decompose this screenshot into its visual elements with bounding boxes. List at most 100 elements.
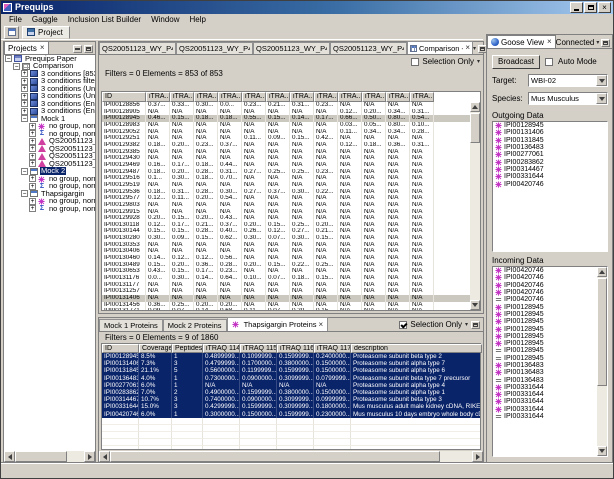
list-item[interactable]: IPI00131845	[493, 137, 607, 144]
tree-expander-icon[interactable]: +	[29, 205, 36, 213]
scroll-thumb[interactable]	[470, 113, 480, 143]
table-row[interactable]: IPI00129516 0.1... 0.30... 0.18... 0.70... N/…	[102, 175, 470, 182]
scroll-down-button[interactable]	[597, 446, 607, 456]
target-dropdown[interactable]: WBI-02	[528, 74, 608, 87]
column-header[interactable]: iTRA...	[218, 92, 242, 102]
column-header[interactable]: iTRAQ 115...	[240, 344, 277, 353]
tree-expander-icon[interactable]: +	[21, 85, 28, 93]
broadcast-button[interactable]: Broadcast	[492, 54, 541, 69]
tree-expander-icon[interactable]: +	[29, 137, 36, 145]
table-row[interactable]: IPI00130353 N/A N/A N/A N/A N/A N/A N/A N/A N/A N/…	[102, 241, 470, 249]
list-item[interactable]: IPI00314467	[493, 166, 607, 173]
tree-expander-icon[interactable]: +	[29, 197, 36, 205]
menu-item-window[interactable]: Window	[146, 14, 184, 25]
table-row[interactable]: IPI00131456 0.36... 0.25... 0.20... 0.20... N…	[102, 301, 470, 309]
maximize-button[interactable]	[584, 2, 597, 13]
incoming-data-list[interactable]: IPI00420746 IPI00420746 IPI00420746 IPI0042…	[492, 266, 608, 457]
column-header[interactable]: iTRA...	[410, 92, 434, 102]
scroll-thumb[interactable]	[15, 451, 67, 462]
view-menu-icon[interactable]: ▾	[465, 322, 468, 328]
view-menu-icon[interactable]: ▾	[477, 59, 480, 65]
close-icon[interactable]: ×	[546, 38, 552, 46]
menu-item-help[interactable]: Help	[185, 14, 211, 25]
minimize-button[interactable]	[570, 2, 583, 13]
selection-only-checkbox[interactable]	[411, 57, 420, 66]
column-header[interactable]: iTRA...	[314, 92, 338, 102]
maximize-view-button[interactable]	[601, 38, 611, 47]
list-item[interactable]: IPI00128945	[493, 355, 597, 362]
tree-expander-icon[interactable]: −	[21, 167, 28, 175]
auto-mode-checkbox[interactable]	[545, 57, 554, 66]
editor-tab[interactable]: QS20051123_WY_P4b-m1...	[176, 42, 253, 54]
table-row[interactable]: IPI00129469 0.16... 0.17... 0.18... 0.44... N…	[102, 161, 470, 169]
table-row[interactable]: IPI00129536 0.18... 0.31... 0.28... 0.30... 0…	[102, 188, 470, 196]
list-item[interactable]: IPI00128945	[493, 347, 597, 354]
tree-expander-icon[interactable]: +	[21, 100, 28, 108]
incoming-vertical-scrollbar[interactable]	[597, 267, 607, 456]
proteins-horizontal-scrollbar[interactable]	[99, 451, 483, 462]
selection-only-checkbox[interactable]	[399, 320, 408, 329]
table-row[interactable]: IPI00131406 7.3% 3 0.4799999... 0.1700000...…	[102, 360, 480, 368]
table-row[interactable]: IPI00131257 N/A N/A N/A N/A N/A N/A N/A N/A N/A N/…	[102, 288, 470, 296]
list-item[interactable]: IPI00331644	[493, 391, 597, 398]
column-header[interactable]: iTRA...	[362, 92, 386, 102]
scroll-up-button[interactable]	[470, 102, 480, 112]
list-item[interactable]: IPI00420746	[493, 180, 607, 188]
close-button[interactable]: ×	[598, 2, 611, 13]
tab-thapsigargin-proteins[interactable]: Thapsigargin Proteins ×	[226, 317, 329, 331]
table-row[interactable]: IPI00283862 7.0% 2 0.4900000... 0.1599999...…	[102, 388, 480, 397]
list-item[interactable]: IPI00420746	[493, 274, 597, 281]
list-item[interactable]: IPI00277061	[493, 151, 607, 158]
table-row[interactable]: IPI00136483 4.0% 1 0.7300000... 0.0900000...…	[102, 374, 480, 382]
tree-expander-icon[interactable]: +	[29, 122, 36, 130]
tree-expander-icon[interactable]: +	[29, 175, 36, 183]
tab-projects[interactable]: Projects ×	[4, 41, 49, 54]
table-row[interactable]: IPI00130653 0.43... 0.15... 0.17... 0.23... N…	[102, 268, 470, 276]
list-item[interactable]: IPI00131406	[493, 129, 607, 136]
column-header[interactable]: iTRA...	[146, 92, 170, 102]
table-row[interactable]: IPI00131406 N/A N/A N/A N/A N/A N/A N/A N/A N/A N/…	[102, 295, 470, 302]
list-item[interactable]: IPI00128945	[493, 122, 607, 129]
tree-expander-icon[interactable]: +	[21, 107, 28, 115]
tree-expander-icon[interactable]: +	[29, 145, 36, 153]
menu-item-inclusion-list-builder[interactable]: Inclusion List Builder	[63, 14, 146, 25]
scroll-right-button[interactable]	[472, 451, 483, 462]
column-header[interactable]: iTRA...	[290, 92, 314, 102]
editor-tab[interactable]: QS20051123_WY_P4b-m1...	[99, 42, 176, 54]
new-wizard-button[interactable]	[4, 25, 19, 39]
table-row[interactable]: IPI00129519 N/A N/A N/A N/A N/A N/A N/A N/A N/A N/…	[102, 181, 470, 189]
scroll-right-button[interactable]	[84, 451, 95, 462]
tree-expander-icon[interactable]: −	[13, 62, 20, 70]
table-row[interactable]: IPI00130460 0.14... 0.12... 0.12... 0.56... N…	[102, 255, 470, 262]
list-item[interactable]: IPI00331644	[493, 406, 597, 413]
close-icon[interactable]: ×	[39, 44, 45, 52]
column-header[interactable]: iTRA...	[266, 92, 290, 102]
table-row[interactable]: IPI001317710.09...0.07...0.14...0.68...0…	[102, 308, 470, 310]
list-item[interactable]: IPI00331644	[493, 398, 597, 405]
view-menu-icon[interactable]: ▾	[473, 46, 476, 52]
list-item[interactable]: IPI00331644	[493, 384, 597, 391]
list-item[interactable]: IPI00420746	[493, 282, 597, 289]
table-row[interactable]: IPI00129487 0.18... 0.20... 0.28... 0.31... 0…	[102, 168, 470, 176]
editor-tab[interactable]: Comparison - 3 condit...×	[407, 41, 473, 54]
column-header[interactable]: iTRA...	[170, 92, 194, 102]
tree-expander-icon[interactable]: +	[29, 130, 36, 138]
table-row[interactable]: IPI00131176 0.0... 0.30... 0.14... 0.64... 0.…	[102, 275, 470, 282]
column-header[interactable]: iTRAQ 116...	[277, 344, 314, 353]
table-row[interactable]: IPI00128905 N/A N/A N/A N/A N/A N/A N/A N/A 0.12.…	[102, 108, 470, 116]
tree-expander-icon[interactable]: −	[21, 190, 28, 198]
tree-expander-icon[interactable]: +	[21, 70, 28, 78]
minimize-view-button[interactable]	[73, 45, 82, 53]
tab-goose-view[interactable]: Goose View ×	[487, 35, 556, 48]
tree-expander-icon[interactable]: +	[29, 182, 36, 190]
projects-horizontal-scrollbar[interactable]	[4, 451, 95, 462]
column-header[interactable]: ID	[102, 344, 139, 353]
table-row[interactable]: IPI00130118 0.12... 0.17... 0.21... 0.37... 0…	[102, 221, 470, 229]
scroll-up-button[interactable]	[597, 267, 607, 277]
tab-mock-2-proteins[interactable]: Mock 2 Proteins	[162, 319, 227, 331]
column-header[interactable]: iTRAQ 114...	[203, 344, 240, 353]
table-row[interactable]: IPI00129052 N/A N/A N/A N/A N/A N/A N/A N/A 0.11.…	[102, 128, 470, 136]
scroll-thumb[interactable]	[597, 278, 607, 386]
table-row[interactable]: IPI00420746 6.0% 1 0.3000000... 0.1500000...…	[102, 410, 480, 418]
column-header[interactable]: iTRA...	[194, 92, 218, 102]
